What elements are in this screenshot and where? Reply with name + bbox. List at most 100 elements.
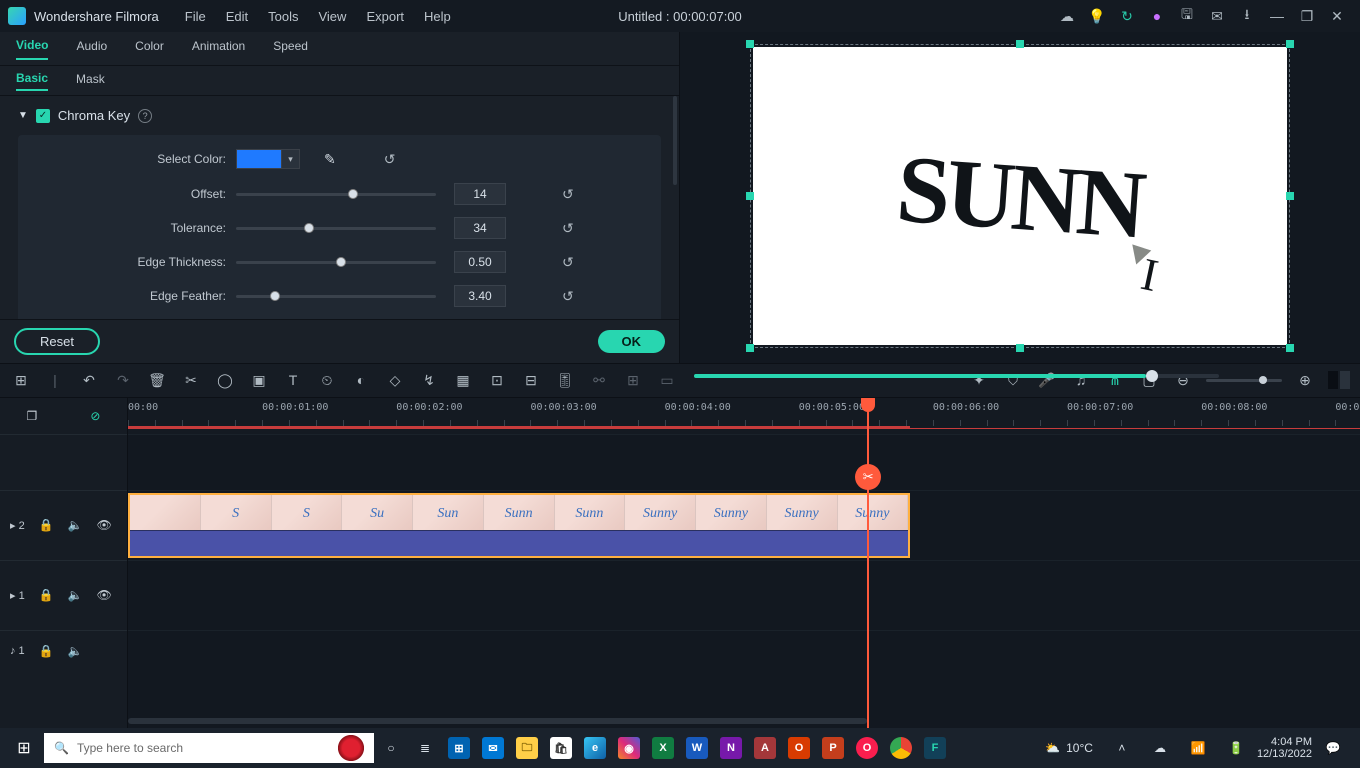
redo-icon[interactable]: ↷ [112,372,134,389]
track-header-v2[interactable]: ▸ 2 🔒 🔈 👁 [0,490,127,560]
duplicate-track-icon[interactable]: ❐ [27,409,38,423]
timeline-body[interactable]: 00:0000:00:01:0000:00:02:0000:00:03:0000… [128,398,1360,729]
reset-color-icon[interactable]: ↺ [384,151,396,168]
mask-icon[interactable]: ▦ [452,372,474,389]
edge-feather-value[interactable]: 3.40 [454,285,506,307]
video-clip[interactable]: ▸My Video-13 SSSuSunSunnSunnSunnySunnySu… [128,493,910,558]
app-mail[interactable]: ✉ [476,728,510,768]
tolerance-value[interactable]: 34 [454,217,506,239]
resize-handle-bl[interactable] [746,344,754,352]
taskbar-search[interactable]: 🔍 Type here to search [44,733,374,763]
widgets-icon[interactable]: ≣ [408,728,442,768]
resize-handle-b[interactable] [1016,344,1024,352]
chevron-down-icon[interactable]: ▾ [282,149,300,169]
app-powerpoint[interactable]: P [816,728,850,768]
preview-canvas[interactable]: SUNN I [753,47,1287,345]
resize-handle-br[interactable] [1286,344,1294,352]
start-button[interactable]: ⊞ [4,728,44,768]
color-swatch-dropdown[interactable]: ▾ [236,149,300,169]
reset-edge-thickness-icon[interactable]: ↺ [562,254,574,271]
playhead-handle-icon[interactable] [861,398,875,412]
chroma-key-section-header[interactable]: ▼ ✓ Chroma Key ? [18,108,661,123]
track-lane-v2[interactable]: ▸My Video-13 SSSuSunSunnSunnSunnySunnySu… [128,490,1360,560]
split-icon[interactable]: ✂ [180,372,202,389]
tab-speed[interactable]: Speed [273,39,308,59]
app-filmora[interactable]: F [918,728,952,768]
tray-battery-icon[interactable]: 🔋 [1219,728,1253,768]
menu-help[interactable]: Help [424,9,451,24]
timeline-hscrollbar[interactable] [128,716,1360,726]
mute-icon[interactable]: 🔈 [68,588,83,602]
tab-audio[interactable]: Audio [76,39,107,59]
subtab-basic[interactable]: Basic [16,71,48,91]
resize-handle-tr[interactable] [1286,40,1294,48]
weather-widget[interactable]: ⛅ 10°C [1045,741,1093,755]
minimize-button[interactable]: — [1262,8,1292,24]
mixer-icon[interactable]: 🎚 [554,372,576,389]
effects-icon[interactable]: ◯ [214,372,236,389]
tray-onedrive-icon[interactable]: ☁ [1143,728,1177,768]
close-button[interactable]: ✕ [1322,8,1352,25]
tab-animation[interactable]: Animation [192,39,245,59]
reset-offset-icon[interactable]: ↺ [562,186,574,203]
lock-icon[interactable]: 🔒 [39,644,54,658]
menu-edit[interactable]: Edit [226,9,248,24]
lock-icon[interactable]: 🔒 [39,518,54,532]
edge-thickness-slider[interactable] [236,255,436,269]
playhead[interactable]: ✂ [867,398,869,729]
tray-overflow-icon[interactable]: ˄ [1105,728,1139,768]
app-opera[interactable]: O [850,728,884,768]
mute-icon[interactable]: 🔈 [68,644,83,658]
templates-icon[interactable]: ⊞ [10,372,32,389]
zoom-in-icon[interactable]: ⊕ [1294,372,1316,389]
color-swatch[interactable] [236,149,282,169]
edge-thickness-value[interactable]: 0.50 [454,251,506,273]
refresh-icon[interactable]: ↻ [1112,8,1142,25]
app-onenote[interactable]: N [714,728,748,768]
scrub-bar[interactable] [694,374,1219,378]
link-icon[interactable]: ⚯ [588,372,610,389]
tray-wifi-icon[interactable]: 📶 [1181,728,1215,768]
tab-video[interactable]: Video [16,38,48,60]
app-chrome[interactable] [884,728,918,768]
adjust-icon[interactable]: ⊟ [520,372,542,389]
resize-handle-t[interactable] [1016,40,1024,48]
tab-color[interactable]: Color [135,39,164,59]
edge-feather-slider[interactable] [236,289,436,303]
menu-tools[interactable]: Tools [268,9,298,24]
menu-view[interactable]: View [318,9,346,24]
app-word[interactable]: W [680,728,714,768]
track-header-a1[interactable]: ♪ 1 🔒 🔈 [0,630,127,672]
tolerance-slider[interactable] [236,221,436,235]
subtab-mask[interactable]: Mask [76,72,105,90]
render-icon[interactable]: ▭ [656,372,678,389]
reset-tolerance-icon[interactable]: ↺ [562,220,574,237]
download-icon[interactable]: ⭳ [1232,4,1262,28]
app-msstore[interactable]: 🛍 [544,728,578,768]
offset-value[interactable]: 14 [454,183,506,205]
menu-file[interactable]: File [185,9,206,24]
tracking-icon[interactable]: ⊡ [486,372,508,389]
lightbulb-icon[interactable]: 💡 [1082,8,1112,25]
resize-handle-tl[interactable] [746,40,754,48]
track-lane-a1[interactable] [128,630,1360,672]
delete-icon[interactable]: 🗑 [146,372,168,389]
playhead-split-icon[interactable]: ✂ [855,464,881,490]
disclosure-triangle-icon[interactable]: ▼ [18,110,28,121]
reset-button[interactable]: Reset [14,328,100,355]
taskview-icon[interactable]: ○ [374,728,408,768]
eyedropper-icon[interactable]: ✎ [324,151,336,168]
app-excel[interactable]: X [646,728,680,768]
crop-icon[interactable]: ▣ [248,372,270,389]
eye-icon[interactable]: 👁 [97,518,112,532]
app-instagram[interactable]: ◉ [612,728,646,768]
mail-icon[interactable]: ✉ [1202,8,1232,25]
app-explorer[interactable]: 🗀 [510,728,544,768]
mute-icon[interactable]: 🔈 [68,518,83,532]
ok-button[interactable]: OK [598,330,666,353]
undo-icon[interactable]: ↶ [78,372,100,389]
keyframe-icon[interactable]: ◇ [384,372,406,389]
view-toggle[interactable] [1328,371,1350,389]
lock-icon[interactable]: 🔒 [39,588,54,602]
save-icon[interactable]: 🖫 [1172,4,1202,28]
